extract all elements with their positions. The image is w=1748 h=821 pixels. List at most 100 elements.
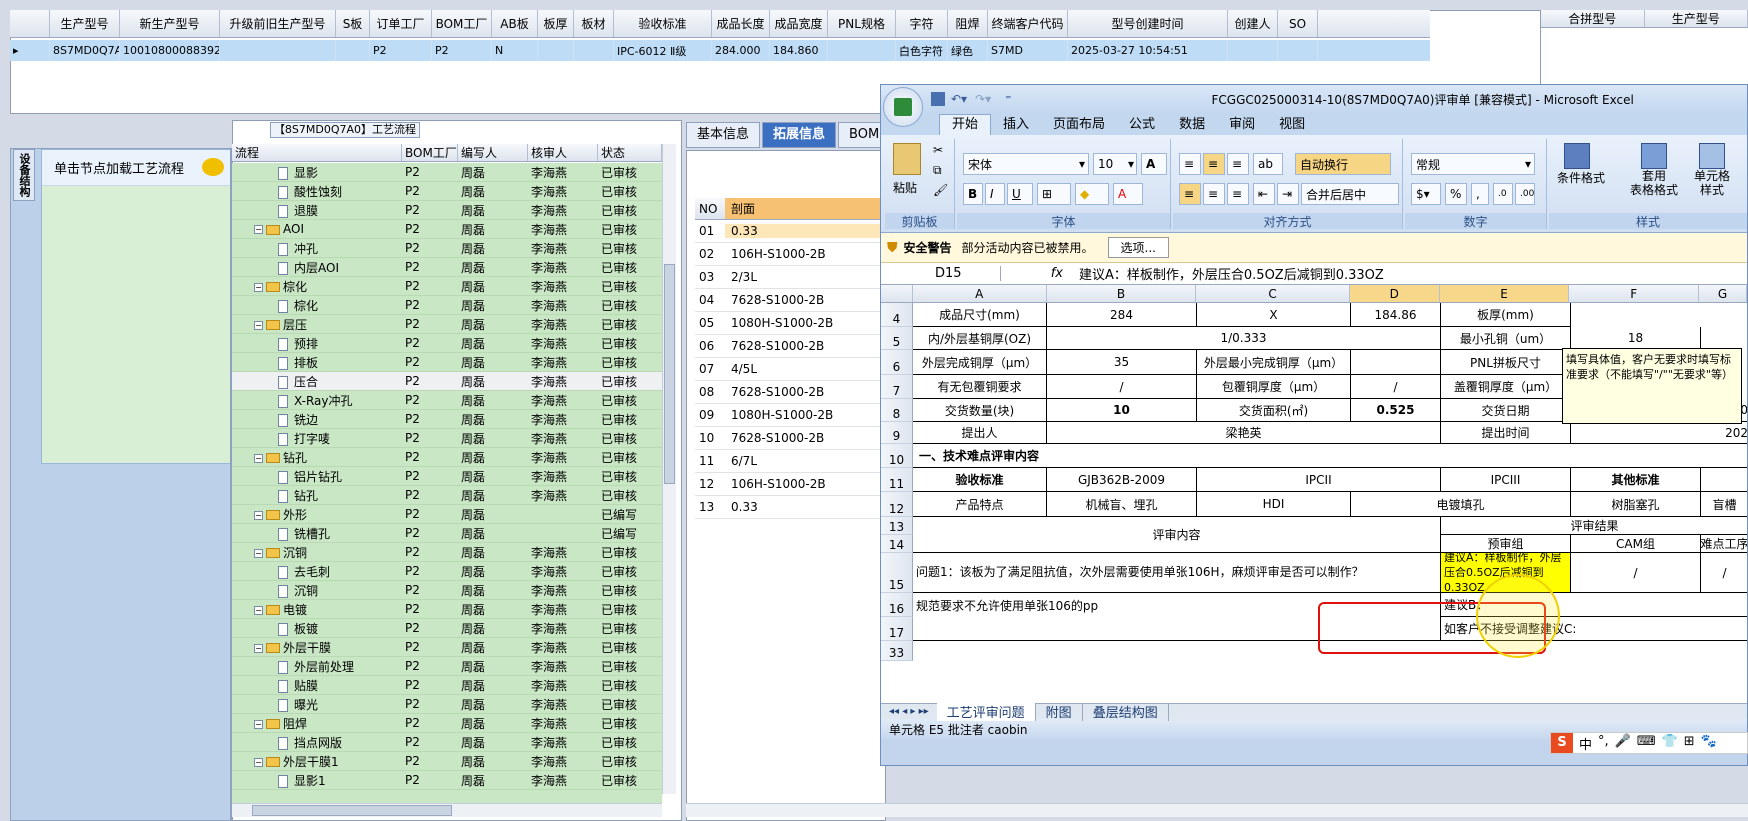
undo-icon[interactable]: ↶▾ (951, 92, 967, 106)
tree-row[interactable]: − 外形 P2 周磊 已编写 (232, 505, 662, 524)
grid-column-header[interactable]: 板材 (574, 10, 614, 37)
sheet-cell[interactable]: 梁艳英 (1047, 422, 1441, 444)
layer-row[interactable]: 13 0.33 (695, 496, 890, 519)
formula-input[interactable]: 建议A：样板制作，外层压合0.5OZ后减铜到0.33OZ (1071, 264, 1384, 283)
sheet-cell[interactable]: 电镀填孔 (1351, 492, 1571, 517)
paste-button[interactable]: 粘贴 (893, 179, 917, 196)
sheet-cell[interactable]: 一、技术难点评审内容 (913, 444, 1747, 468)
sheet-cell[interactable] (1701, 468, 1747, 492)
tree-column-header[interactable]: 编写人 (458, 144, 528, 161)
grow-font-icon[interactable]: A (1141, 153, 1167, 175)
grid-column-header[interactable]: 生产型号 (50, 10, 120, 37)
load-process-header[interactable]: 单击节点加载工艺流程 (42, 150, 234, 186)
sheet-tab[interactable]: 附图 (1036, 702, 1083, 721)
tree-node[interactable]: 内层AOI (232, 259, 402, 276)
grid-cell[interactable] (828, 40, 896, 61)
sheet-cell[interactable]: 评审内容 (913, 517, 1441, 553)
tree-column-header[interactable]: 流程 (232, 144, 402, 161)
tree-column-header[interactable]: 状态 (598, 144, 662, 161)
collapse-icon[interactable]: − (254, 320, 263, 330)
grid-cell[interactable]: P2 (370, 40, 432, 61)
collapse-icon[interactable]: − (254, 225, 263, 234)
sheet-cell[interactable]: / (1047, 375, 1197, 399)
grid-column-header[interactable]: 字符 (896, 10, 948, 37)
collapse-icon[interactable]: − (254, 643, 263, 653)
tree-row[interactable]: − 阻焊 P2 周磊 李海燕 已审核 (232, 714, 662, 733)
tree-row[interactable]: 铝片钻孔 P2 周磊 李海燕 已审核 (232, 467, 662, 486)
grid-cell[interactable]: IPC-6012 Ⅱ级 (614, 40, 712, 61)
model-grid-row[interactable]: ▸8S7MD0Q7A010010800088392P2P2NIPC-6012 Ⅱ… (10, 40, 1430, 61)
grid-cell[interactable]: 绿色 (948, 40, 988, 61)
tree-row[interactable]: 棕化 P2 周磊 李海燕 已审核 (232, 296, 662, 315)
collapse-icon[interactable]: − (254, 605, 263, 615)
sheet-cell[interactable]: 机械盲、埋孔 (1047, 492, 1197, 517)
tree-row[interactable]: 曝光 P2 周磊 李海燕 已审核 (232, 695, 662, 714)
tree-row[interactable]: − 沉铜 P2 周磊 李海燕 已审核 (232, 543, 662, 562)
process-hscroll[interactable] (232, 803, 662, 817)
sheet-cell[interactable]: 内/外层基铜厚(OZ) (913, 327, 1047, 350)
tree-node[interactable]: − 沉铜 (232, 544, 402, 561)
tree-node[interactable]: 压合 (232, 373, 402, 390)
grid-column-header[interactable]: AB板 (492, 10, 538, 37)
tree-row[interactable]: 挡点网版 P2 周磊 李海燕 已审核 (232, 733, 662, 752)
sheet-cell[interactable] (1351, 350, 1441, 375)
sheet-cell[interactable]: 评审结果 (1441, 517, 1747, 535)
column-header[interactable]: E (1439, 285, 1570, 302)
tree-row[interactable]: 压合 P2 周磊 李海燕 已审核 (232, 372, 662, 391)
tree-row[interactable]: 显影1 P2 周磊 李海燕 已审核 (232, 771, 662, 790)
cell-style-button[interactable]: 单元格 样式 (1687, 143, 1737, 197)
wrap-text-button[interactable]: 自动换行 (1295, 153, 1391, 175)
tree-row[interactable]: 冲孔 P2 周磊 李海燕 已审核 (232, 239, 662, 258)
row-number[interactable]: 13 (881, 517, 913, 535)
increase-decimal-icon[interactable]: .0 (1493, 183, 1513, 205)
ribbon-tab[interactable]: 插入 (991, 115, 1041, 135)
layer-row[interactable]: 10 7628-S1000-2B (695, 427, 890, 450)
tree-node[interactable]: 去毛刺 (232, 563, 402, 580)
tree-node[interactable]: 打字唛 (232, 430, 402, 447)
column-header[interactable]: A (913, 285, 1047, 302)
tree-row[interactable]: 铣槽孔 P2 周磊 已编写 (232, 524, 662, 543)
tree-node[interactable]: − AOI (232, 222, 402, 236)
sheet-cell[interactable]: PNL拼板尺寸 (1441, 350, 1571, 375)
grid-column-header[interactable]: 成品长度 (712, 10, 770, 37)
tree-row[interactable]: − AOI P2 周磊 李海燕 已审核 (232, 220, 662, 239)
comma-icon[interactable]: , (1471, 183, 1489, 205)
layer-row[interactable]: 03 2/3L (695, 266, 890, 289)
grid-cell[interactable]: 284.000 (712, 40, 770, 61)
tree-row[interactable]: − 层压 P2 周磊 李海燕 已审核 (232, 315, 662, 334)
tree-node[interactable]: 显影1 (232, 772, 402, 789)
sheet-cell[interactable]: IPCII (1197, 468, 1441, 492)
tree-column-header[interactable]: BOM工厂 (402, 144, 458, 161)
tree-row[interactable]: 预排 P2 周磊 李海燕 已审核 (232, 334, 662, 353)
collapse-icon[interactable]: − (254, 282, 263, 292)
increase-indent-icon[interactable]: ⇥ (1277, 183, 1299, 205)
tree-row[interactable]: 外层前处理 P2 周磊 李海燕 已审核 (232, 657, 662, 676)
layer-row[interactable]: 04 7628-S1000-2B (695, 289, 890, 312)
detail-tab[interactable]: 基本信息 (686, 122, 761, 148)
grid-column-header[interactable]: 创建人 (1228, 10, 1278, 37)
redo-icon[interactable]: ↷▾ (975, 92, 991, 106)
ime-item[interactable]: °, (1598, 734, 1609, 753)
sheet-cell[interactable]: 盖覆铜厚度（μm） (1441, 375, 1571, 399)
office-button[interactable] (883, 87, 923, 127)
column-header[interactable]: G (1699, 285, 1747, 302)
decrease-decimal-icon[interactable]: .00 (1515, 183, 1535, 205)
font-color-icon[interactable]: A (1113, 183, 1143, 205)
detail-hscroll[interactable] (686, 803, 1748, 817)
sheet-cell[interactable]: 0.525 (1351, 399, 1441, 422)
row-number[interactable]: 4 (881, 303, 913, 327)
sheet-cell[interactable]: 18 (1571, 327, 1701, 350)
ime-item[interactable]: 👕 (1662, 734, 1678, 753)
tree-node[interactable]: − 外形 (232, 506, 402, 523)
layer-row[interactable]: 06 7628-S1000-2B (695, 335, 890, 358)
tree-node[interactable]: 曝光 (232, 696, 402, 713)
tree-row[interactable]: 去毛刺 P2 周磊 李海燕 已审核 (232, 562, 662, 581)
sheet-cell[interactable]: 交货日期 (1441, 399, 1571, 422)
grid-cell[interactable] (220, 40, 336, 61)
row-number[interactable]: 8 (881, 399, 913, 422)
tree-row[interactable]: 退膜 P2 周磊 李海燕 已审核 (232, 201, 662, 220)
sheet-cell[interactable]: 284 (1047, 303, 1197, 327)
ribbon-tab[interactable]: 开始 (939, 114, 992, 135)
options-button[interactable]: 选项... (1107, 237, 1169, 258)
grid-column-header[interactable]: 新生产型号 (120, 10, 220, 37)
